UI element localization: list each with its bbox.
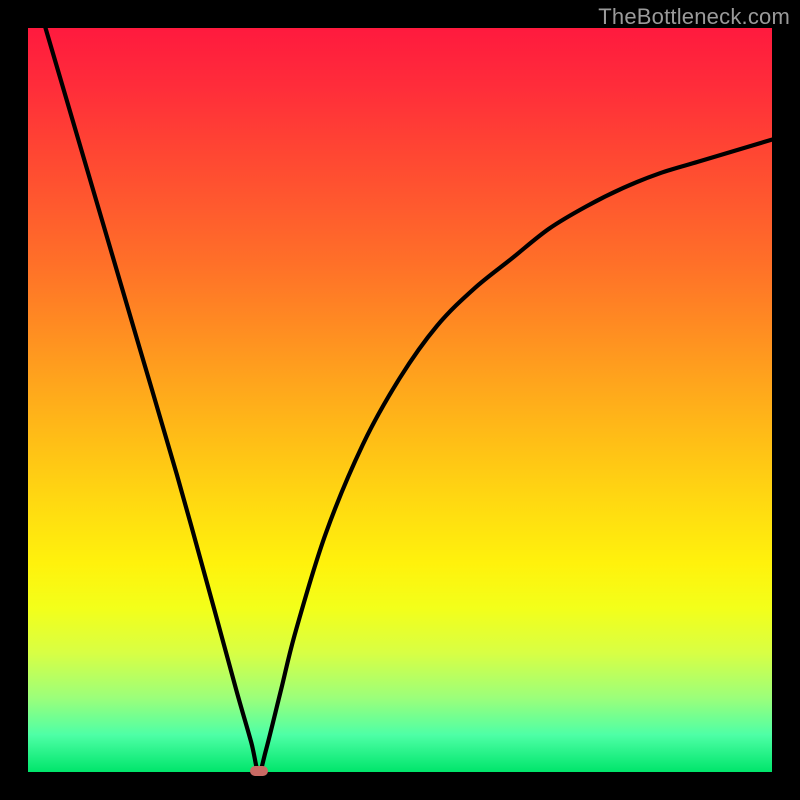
bottleneck-curve <box>28 28 772 772</box>
watermark-text: TheBottleneck.com <box>598 4 790 30</box>
min-marker <box>250 766 268 776</box>
plot-area <box>28 28 772 772</box>
chart-frame: TheBottleneck.com <box>0 0 800 800</box>
